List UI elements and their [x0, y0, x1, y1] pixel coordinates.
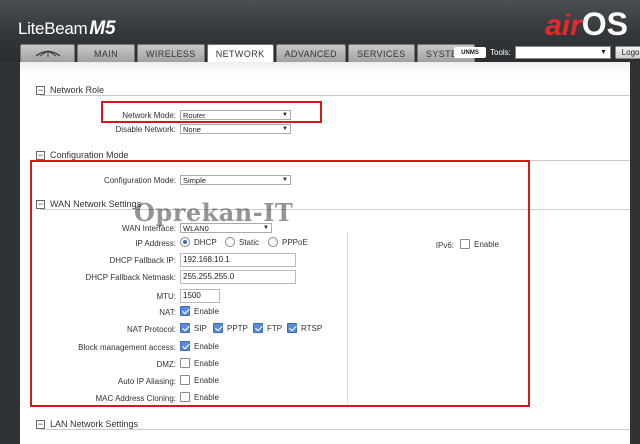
collapse-icon[interactable]: −	[36, 85, 45, 95]
chevron-down-icon: ▼	[599, 49, 607, 56]
device-brand-logo: LiteBeam M5	[18, 18, 116, 40]
brand-name: LiteBeam	[18, 19, 88, 38]
highlight-network-mode	[101, 101, 322, 123]
section-title: Configuration Mode	[50, 150, 129, 160]
tab-ubiquiti-logo[interactable]	[20, 44, 75, 62]
tools-area: UNMS Tools: ▼ Logout	[454, 46, 640, 59]
disable-network-label: Disable Network:	[115, 125, 176, 134]
disable-network-value: None	[183, 124, 201, 134]
tools-select[interactable]: ▼	[514, 46, 611, 59]
watermark-text: Oprekan-IT	[134, 198, 294, 227]
airos-logo: airOS	[545, 6, 628, 43]
airos-logo-air: air	[545, 9, 582, 42]
brand-model: M5	[89, 18, 116, 39]
logout-button[interactable]: Logout	[614, 46, 640, 59]
divider	[40, 429, 630, 430]
section-network-role[interactable]: − Network Role	[36, 85, 104, 95]
chevron-down-icon: ▼	[282, 125, 288, 132]
main-tabs: MAIN WIRELESS NETWORK ADVANCED SERVICES …	[20, 44, 475, 63]
tab-main[interactable]: MAIN	[77, 44, 135, 62]
section-lan-settings[interactable]: − LAN Network Settings	[36, 419, 138, 429]
panel-stripe	[20, 62, 630, 74]
tools-label: Tools:	[490, 48, 511, 57]
collapse-icon[interactable]: −	[36, 150, 45, 160]
tab-network[interactable]: NETWORK	[206, 44, 274, 63]
collapse-icon[interactable]: −	[36, 419, 45, 429]
unms-button[interactable]: UNMS	[454, 47, 486, 58]
section-configuration-mode[interactable]: − Configuration Mode	[36, 150, 129, 160]
disable-network-select[interactable]: None ▼	[180, 124, 291, 134]
tab-wireless[interactable]: WIRELESS	[137, 44, 205, 62]
tab-services[interactable]: SERVICES	[348, 44, 415, 62]
unms-label: UNMS	[461, 49, 479, 56]
airos-logo-os: OS	[581, 6, 628, 42]
section-title: LAN Network Settings	[50, 419, 139, 429]
ubiquiti-logo-icon	[35, 50, 60, 57]
section-title: Network Role	[50, 85, 105, 95]
divider	[40, 95, 630, 96]
tab-advanced[interactable]: ADVANCED	[275, 44, 347, 62]
